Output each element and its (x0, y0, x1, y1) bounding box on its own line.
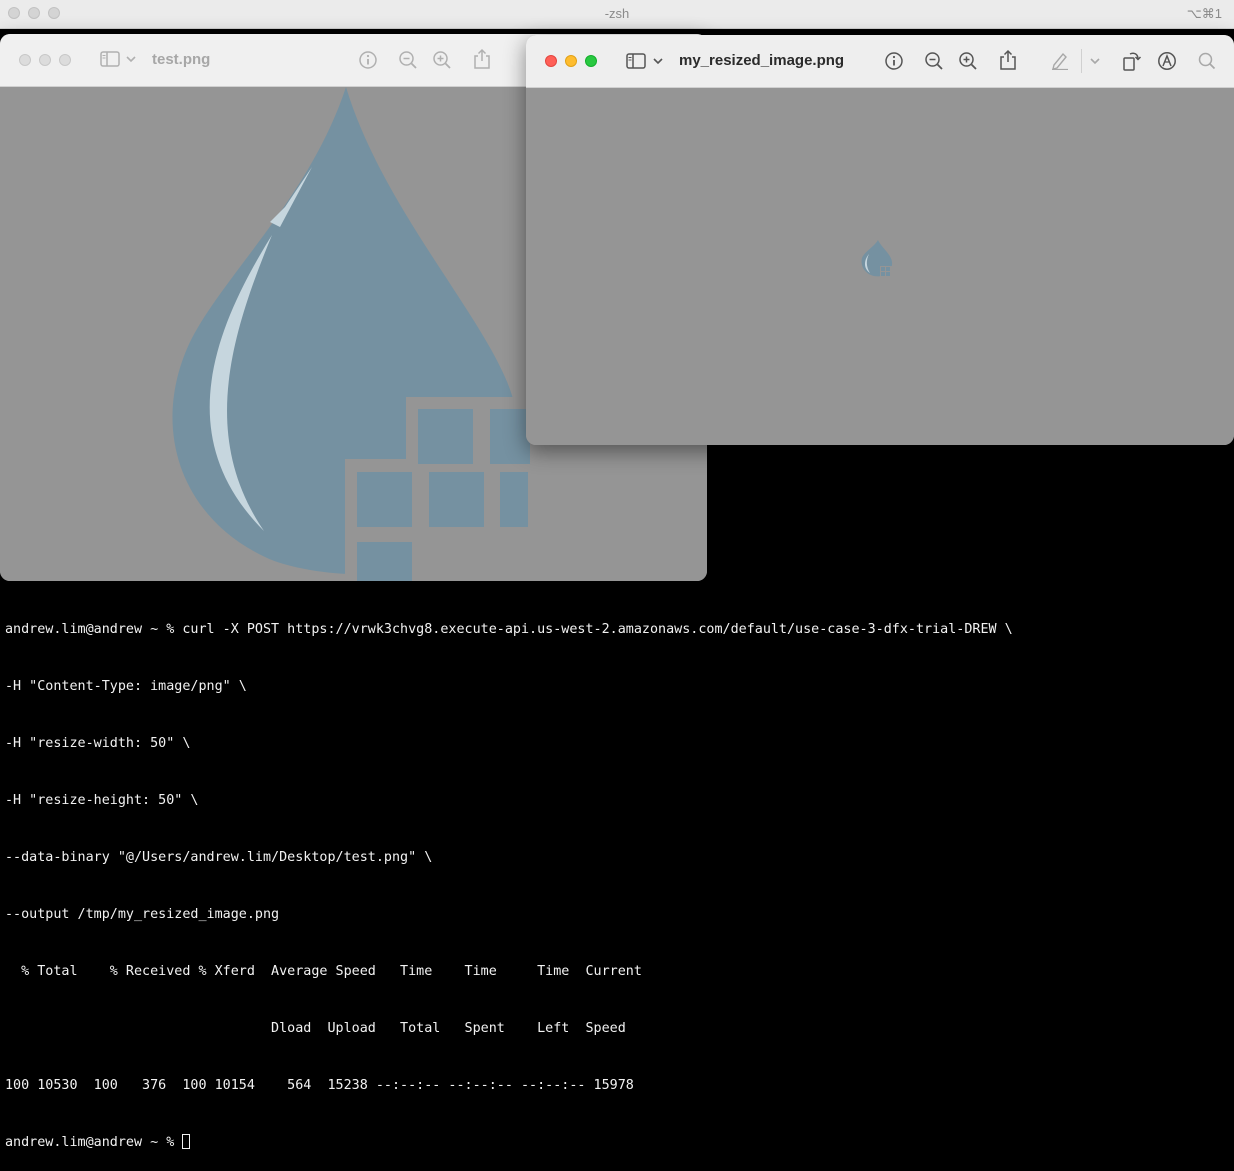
terminal-line: --output /tmp/my_resized_image.png (5, 907, 280, 922)
terminal-line: andrew.lim@andrew ~ % curl -X POST https… (5, 622, 1013, 637)
info-icon[interactable] (884, 51, 904, 71)
zoom-out-icon[interactable] (924, 51, 944, 71)
share-icon[interactable] (473, 48, 491, 70)
annotate-icon[interactable] (1157, 51, 1177, 71)
toolbar-divider (1081, 49, 1082, 73)
terminal-prompt-line[interactable]: andrew.lim@andrew ~ % (5, 1133, 1230, 1152)
preview-toolbar: my_resized_image.png (526, 35, 1234, 88)
image-canvas[interactable] (526, 88, 1234, 445)
zoom-button[interactable] (59, 54, 71, 66)
preview-window-resized[interactable]: my_resized_image.png (526, 35, 1234, 445)
search-icon[interactable] (1197, 51, 1217, 71)
window-controls (19, 54, 71, 66)
minimize-button[interactable] (39, 54, 51, 66)
chevron-down-icon[interactable] (1090, 58, 1100, 65)
close-button[interactable] (19, 54, 31, 66)
minimize-button[interactable] (565, 55, 577, 67)
document-title: my_resized_image.png (679, 52, 845, 69)
zoom-button[interactable] (585, 55, 597, 67)
terminal-line: % Total % Received % Xferd Average Speed… (5, 964, 642, 979)
terminal-line: Dload Upload Total Spent Left Speed (5, 1021, 626, 1036)
terminal-line: -H "resize-width: 50" \ (5, 736, 191, 751)
terminal-shortcut: ⌥⌘1 (1186, 6, 1222, 21)
close-button[interactable] (545, 55, 557, 67)
terminal-line: --data-binary "@/Users/andrew.lim/Deskto… (5, 850, 433, 865)
terminal-titlebar: -zsh ⌥⌘1 (0, 0, 1234, 29)
sidebar-icon[interactable] (100, 51, 120, 67)
terminal-line: 100 10530 100 376 100 10154 564 15238 --… (5, 1078, 634, 1093)
chevron-down-icon[interactable] (653, 58, 663, 65)
markup-icon[interactable] (1050, 50, 1070, 70)
zoom-in-icon[interactable] (432, 50, 452, 70)
window-controls (545, 55, 597, 67)
terminal-line: -H "Content-Type: image/png" \ (5, 679, 247, 694)
terminal-line: -H "resize-height: 50" \ (5, 793, 199, 808)
text-cursor (182, 1134, 191, 1149)
terminal-title: -zsh (604, 6, 630, 21)
sidebar-icon[interactable] (626, 53, 646, 69)
terminal-prompt: andrew.lim@andrew ~ % (5, 1135, 183, 1150)
share-icon[interactable] (999, 49, 1017, 71)
document-title: test.png (152, 51, 211, 68)
info-icon[interactable] (358, 50, 378, 70)
zoom-in-icon[interactable] (958, 51, 978, 71)
zoom-out-icon[interactable] (398, 50, 418, 70)
terminal-output[interactable]: andrew.lim@andrew ~ % curl -X POST https… (5, 582, 1230, 1171)
rotate-icon[interactable] (1122, 50, 1142, 72)
chevron-down-icon[interactable] (126, 56, 136, 63)
resized-water-drop-image (861, 240, 894, 278)
